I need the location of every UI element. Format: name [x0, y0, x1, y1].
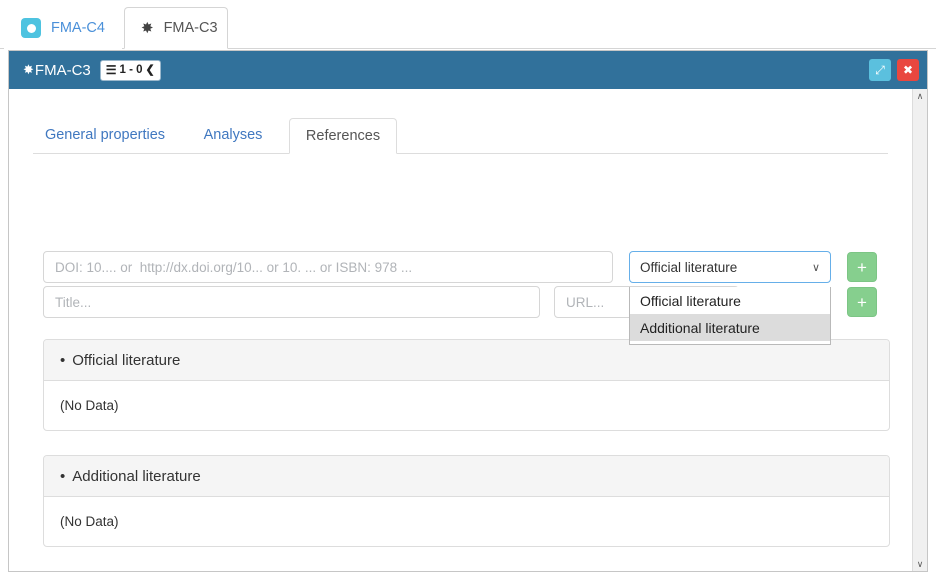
panel-body: (No Data)	[44, 497, 889, 546]
browser-tab-label: FMA-C3	[164, 20, 218, 36]
panel-header: • Additional literature	[44, 456, 889, 497]
modal-header: ✸ FMA-C3 ☰ 1 - 0 ❮ ⤢ ✖	[9, 51, 927, 89]
tab-analyses[interactable]: Analyses	[189, 117, 277, 153]
gear-icon: ✸	[23, 62, 34, 78]
expand-button[interactable]: ⤢	[869, 59, 891, 81]
title-input[interactable]	[43, 286, 540, 318]
browser-tab-strip: FMA-C4 ✸ FMA-C3	[0, 0, 936, 49]
bullet-icon: •	[60, 352, 65, 369]
fma-c3-modal: ✸ FMA-C3 ☰ 1 - 0 ❮ ⤢ ✖ General propertie…	[8, 50, 928, 572]
panel-title: Official literature	[72, 352, 180, 369]
modal-body: General properties Analyses References O…	[9, 89, 912, 572]
panel-title: Additional literature	[72, 468, 200, 485]
browser-tab-label: FMA-C4	[51, 20, 105, 36]
bullet-icon: •	[60, 468, 65, 485]
scrollbar-thumb[interactable]	[914, 104, 926, 544]
status-badge-text: 1 - 0	[120, 64, 143, 76]
literature-type-selected-value: Official literature	[640, 260, 737, 275]
add-reference-button[interactable]: +	[847, 252, 877, 282]
modal-title: ✸ FMA-C3	[23, 62, 91, 79]
chevron-down-icon: ∨	[812, 261, 820, 274]
share-icon: ❮	[146, 65, 155, 76]
dropdown-option-official-literature[interactable]: Official literature	[630, 287, 830, 314]
panel-header: • Official literature	[44, 340, 889, 381]
vertical-scrollbar[interactable]: ∧ ∨	[912, 89, 927, 572]
tab-references[interactable]: References	[289, 118, 397, 154]
browser-tab-fma-c4[interactable]: FMA-C4	[4, 7, 122, 49]
additional-literature-panel: • Additional literature (No Data)	[43, 455, 890, 547]
scroll-down-arrow-icon[interactable]: ∨	[913, 557, 927, 572]
status-badge[interactable]: ☰ 1 - 0 ❮	[100, 60, 161, 81]
list-icon: ☰	[106, 64, 117, 76]
modal-title-text: FMA-C3	[35, 62, 91, 79]
modal-tab-bar: General properties Analyses References	[33, 153, 888, 154]
close-icon-button[interactable]: ✖	[897, 59, 919, 81]
record-circle-icon	[21, 18, 41, 38]
window-controls: ⤢ ✖	[869, 59, 919, 81]
gear-icon: ✸	[141, 21, 154, 36]
literature-type-dropdown-menu: Official literature Additional literatur…	[629, 287, 831, 345]
literature-type-select[interactable]: Official literature ∨	[629, 251, 831, 283]
scroll-up-arrow-icon[interactable]: ∧	[913, 89, 927, 104]
doi-input[interactable]	[43, 251, 613, 283]
official-literature-panel: • Official literature (No Data)	[43, 339, 890, 431]
panel-body: (No Data)	[44, 381, 889, 430]
dropdown-option-additional-literature[interactable]: Additional literature	[630, 314, 830, 341]
browser-tab-fma-c3[interactable]: ✸ FMA-C3	[124, 7, 228, 49]
add-manual-reference-button[interactable]: +	[847, 287, 877, 317]
tab-general-properties[interactable]: General properties	[33, 117, 177, 153]
